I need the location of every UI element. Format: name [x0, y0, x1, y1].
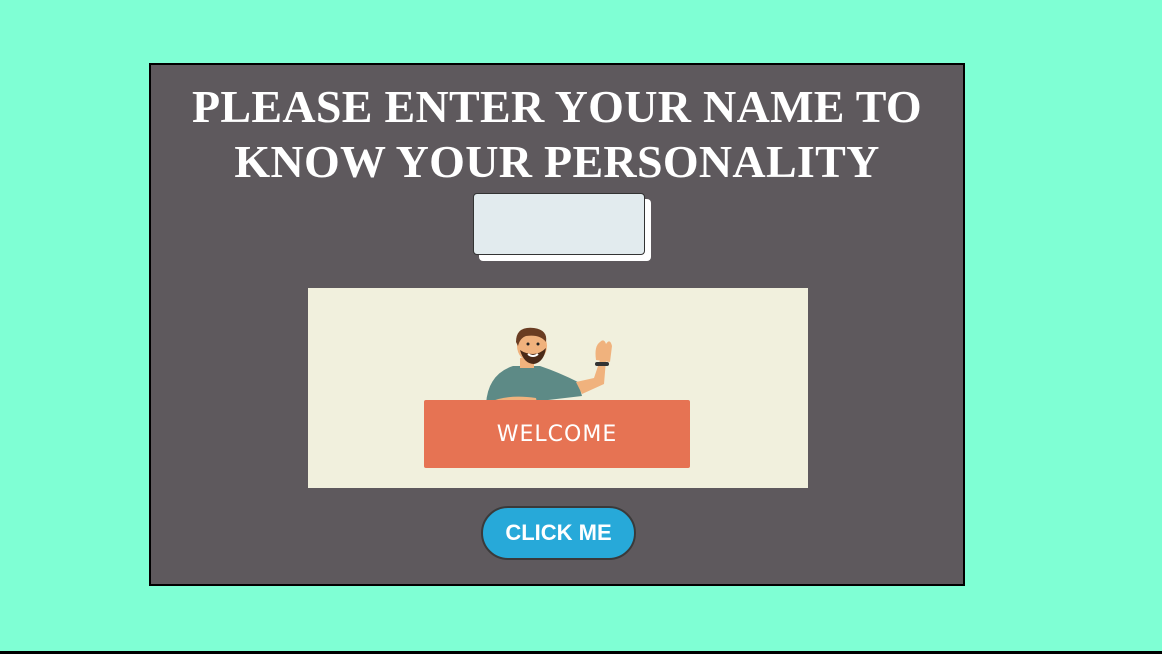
title-line-2: KNOW YOUR PERSONALITY [234, 136, 880, 187]
name-field-wrapper [473, 193, 651, 261]
form-card: PLEASE ENTER YOUR NAME TO KNOW YOUR PERS… [149, 63, 965, 586]
name-input[interactable] [473, 193, 645, 255]
click-me-button[interactable]: CLICK ME [481, 506, 636, 560]
welcome-banner-text: WELCOME [496, 421, 618, 447]
welcome-image: WELCOME [308, 288, 808, 488]
page-title: PLEASE ENTER YOUR NAME TO KNOW YOUR PERS… [151, 79, 963, 189]
title-line-1: PLEASE ENTER YOUR NAME TO [191, 81, 922, 132]
welcome-banner: WELCOME [424, 400, 690, 468]
